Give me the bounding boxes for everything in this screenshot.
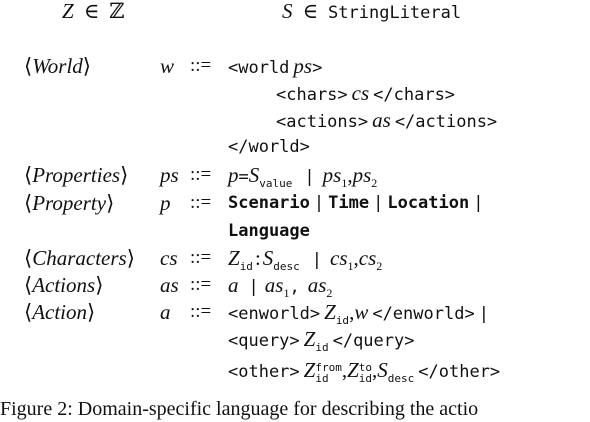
world-rhs-line4: </world> (228, 134, 310, 161)
cs2-var: cs (358, 246, 377, 270)
value-subscript: value (259, 177, 293, 190)
as2-var: as (307, 273, 327, 297)
derives-op: ::= (190, 192, 212, 213)
actions-open-tag: <actions> (276, 112, 369, 132)
query-open-tag: <query> (228, 331, 300, 351)
keyword-time: Time (328, 193, 370, 213)
derives-op: ::= (190, 164, 212, 185)
property-var: p (160, 191, 171, 215)
derives-op: ::= (190, 55, 212, 76)
enworld-close-tag: </enworld> (372, 304, 475, 324)
keyword-scenario: Scenario (228, 193, 310, 213)
ps1-var: ps (322, 163, 342, 187)
alt-bar: | (304, 167, 315, 187)
chars-open-tag: <chars> (276, 85, 348, 105)
derives-op: ::= (190, 301, 212, 322)
action-rhs-other: <other> Zfrom id ,Z to id ,Sdesc </other> (228, 358, 501, 385)
string-domain-decl: S ∈ StringLiteral (282, 0, 461, 27)
figure: { "top": { "z_var": "Z", "in": "∈", "int… (0, 0, 590, 420)
prop-s-var: S (248, 163, 260, 187)
world-as-var: as (372, 108, 391, 132)
char-s-var: S (262, 246, 274, 270)
cs1-var: cs (330, 246, 348, 270)
string-literal-type: StringLiteral (328, 3, 462, 23)
world-tag-gt: > (312, 58, 323, 78)
s-var: S (282, 0, 293, 23)
world-open-tag: <world (228, 58, 290, 78)
property-rhs-line2: Language (228, 218, 310, 245)
world-cs-var: cs (351, 81, 370, 105)
ps2-var: ps (352, 163, 372, 187)
action-a-var: a (228, 273, 239, 297)
to-id-scripts: to id (358, 361, 373, 385)
characters-var: cs (160, 246, 178, 270)
nonterminal-characters: ⟨Characters⟩ (24, 246, 135, 270)
nonterminal-world: ⟨World⟩ (24, 54, 91, 78)
alt-bar: | (373, 193, 384, 213)
actions-var: as (160, 273, 179, 297)
prop-p-var: p (228, 163, 239, 187)
alt-bar: | (248, 277, 259, 297)
world-rhs-line3: <actions> as </actions> (276, 107, 497, 136)
nonterminal-action: ⟨Action⟩ (24, 300, 96, 324)
nonterminal-properties: ⟨Properties⟩ (24, 163, 129, 187)
alt-bar: | (311, 250, 323, 270)
action-var: a (160, 300, 171, 324)
nonterminal-actions: ⟨Actions⟩ (24, 273, 104, 297)
id-subscript: id (315, 341, 329, 354)
world-close-tag: </world> (228, 137, 310, 157)
eq-op: = (238, 167, 249, 187)
nonterminal-property: ⟨Property⟩ (24, 191, 115, 215)
derives-op: ::= (190, 247, 212, 268)
from-id-scripts: from id (315, 361, 342, 385)
action-rhs-query: <query> Zid </query> (228, 326, 414, 361)
enworld-w-var: w (354, 300, 369, 324)
chars-close-tag: </chars> (373, 85, 456, 105)
enworld-z-var: Z (324, 300, 336, 324)
figure-caption: Figure 2: Domain-specific language for d… (0, 398, 479, 420)
properties-var: ps (160, 163, 179, 187)
derives-op: ::= (190, 274, 212, 295)
world-var: w (160, 54, 175, 78)
property-rhs-line1: Scenario | Time | Location | (228, 190, 483, 217)
other-open-tag: <other> (228, 362, 300, 382)
other-z-to-var: Z (347, 358, 359, 382)
world-rhs-line2: <chars> cs </chars> (276, 80, 455, 109)
world-ps-var: ps (293, 54, 313, 78)
other-close-tag: </other> (418, 362, 501, 382)
integers-symbol: ℤ (109, 0, 125, 23)
other-s-var: S (377, 358, 388, 382)
char-z-var: Z (228, 246, 240, 270)
other-z-from-var: Z (303, 358, 316, 382)
alt-bar: | (313, 193, 325, 213)
as1-var: as (264, 273, 284, 297)
keyword-language: Language (228, 221, 310, 241)
alt-bar: | (473, 193, 484, 213)
enworld-open-tag: <enworld> (228, 304, 321, 324)
alt-bar: | (478, 304, 489, 324)
query-close-tag: </query> (332, 331, 415, 351)
keyword-location: Location (387, 193, 470, 213)
world-rhs-line1: <world ps> (228, 53, 322, 82)
actions-close-tag: </actions> (394, 112, 498, 132)
integer-domain-decl: Z ∈ ℤ (62, 0, 125, 27)
in-symbol: ∈ (302, 0, 319, 23)
query-z-var: Z (303, 327, 316, 351)
z-var: Z (62, 0, 74, 23)
desc-subscript: desc (387, 372, 415, 385)
in-symbol: ∈ (83, 0, 100, 23)
